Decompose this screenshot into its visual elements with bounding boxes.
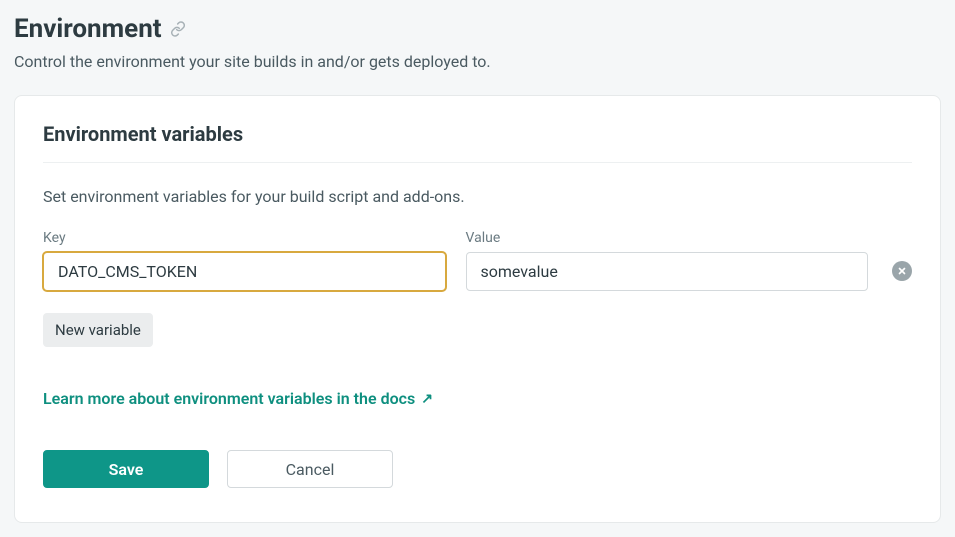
- docs-link-label: Learn more about environment variables i…: [43, 389, 415, 408]
- page-subtitle: Control the environment your site builds…: [14, 52, 941, 71]
- external-arrow-icon: ↗: [421, 391, 433, 407]
- save-button[interactable]: Save: [43, 450, 209, 488]
- key-label: Key: [43, 230, 446, 246]
- value-input[interactable]: [466, 252, 869, 291]
- key-input[interactable]: [43, 252, 446, 291]
- variable-row: Key Value: [43, 230, 912, 291]
- page-title: Environment: [14, 14, 162, 44]
- card-title: Environment variables: [43, 122, 912, 163]
- value-field: Value: [466, 230, 869, 291]
- new-variable-button[interactable]: New variable: [43, 313, 153, 347]
- env-variables-card: Environment variables Set environment va…: [14, 95, 941, 523]
- card-description: Set environment variables for your build…: [43, 187, 912, 206]
- button-row: Save Cancel: [43, 450, 912, 488]
- key-field: Key: [43, 230, 446, 291]
- cancel-button[interactable]: Cancel: [227, 450, 393, 488]
- link-icon[interactable]: [170, 21, 186, 37]
- remove-variable-button[interactable]: [892, 261, 912, 281]
- value-label: Value: [466, 230, 869, 246]
- docs-link[interactable]: Learn more about environment variables i…: [43, 389, 433, 408]
